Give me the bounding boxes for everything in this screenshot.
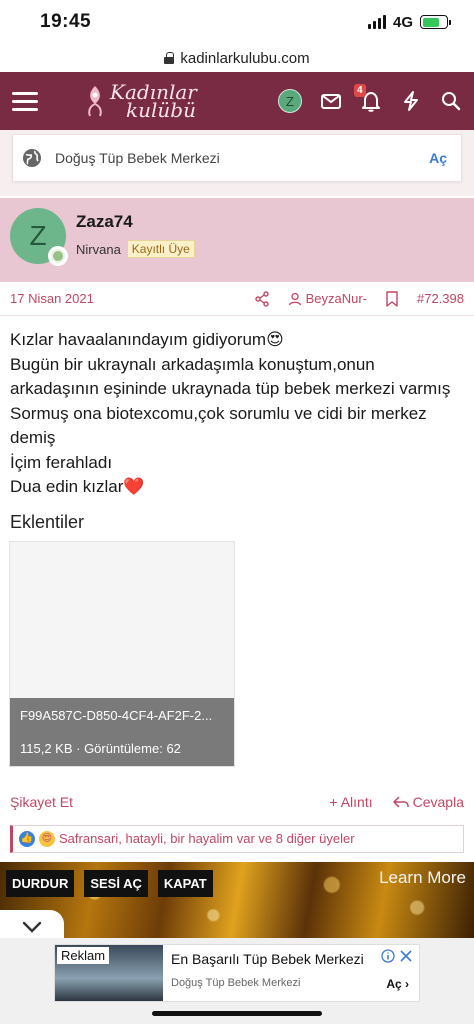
site-logo[interactable]: Kadınlar kulübü	[84, 82, 197, 122]
attachments-title: Eklentiler	[10, 511, 85, 532]
ad-close-icon[interactable]	[399, 949, 413, 963]
user-avatar[interactable]: Z	[278, 89, 302, 113]
post-line: arkadaşının eşininde ukraynada tüp bebek…	[10, 379, 451, 398]
ad-image: Reklam	[55, 945, 163, 1001]
user-icon	[288, 292, 301, 305]
author-avatar-letter: Z	[29, 220, 47, 251]
ad-open-label: Aç	[386, 977, 402, 991]
attachment-caption: F99A587C-D850-4CF4-AF2F-2... 115,2 KB · …	[10, 697, 234, 766]
menu-icon[interactable]	[12, 91, 38, 111]
reactions-bar[interactable]: 👍 😍 Safransari, hatayli, bir hayalim var…	[10, 824, 464, 853]
video-ad[interactable]: DURDUR SESİ AÇ KAPAT Learn More	[0, 862, 474, 938]
online-status-icon	[48, 246, 68, 266]
lock-icon	[164, 52, 175, 64]
post-line: Dua edin kızlar❤️	[10, 477, 145, 496]
unmute-button[interactable]: SESİ AÇ	[84, 870, 148, 897]
notification-count-badge: 4	[354, 84, 366, 97]
post-actions: Şikayet Et + Alıntı Cevapla	[0, 787, 474, 817]
post-author-band: Z Zaza74 Nirvana Kayıtlı Üye	[0, 198, 474, 282]
bolt-icon[interactable]	[400, 90, 422, 112]
author-avatar[interactable]: Z	[10, 208, 68, 266]
url-bar[interactable]: kadinlarkulubu.com	[0, 44, 474, 72]
open-button[interactable]: Aç	[429, 150, 447, 166]
post-number[interactable]: #72.398	[417, 291, 464, 306]
quoted-user-link[interactable]: BeyzaNur-	[288, 291, 367, 306]
battery-icon	[420, 15, 451, 29]
post-body: Kızlar havaalanındayım gidiyorum😍 Bugün …	[0, 316, 474, 500]
ad-subtitle: Doğuş Tüp Bebek Merkezi	[171, 977, 301, 989]
status-icons: 4G	[367, 13, 451, 31]
stop-button[interactable]: DURDUR	[6, 870, 75, 897]
network-type: 4G	[392, 13, 413, 31]
reactions-text: Safransari, hatayli, bir hayalim var ve …	[59, 831, 355, 846]
suggestion-bar[interactable]: Doğuş Tüp Bebek Merkezi Aç	[12, 134, 462, 182]
home-indicator	[152, 1011, 322, 1016]
post-meta-bar: 17 Nisan 2021 BeyzaNur- #72.398	[0, 282, 474, 316]
close-ad-button[interactable]: KAPAT	[157, 870, 213, 897]
site-header: Kadınlar kulübü Z 4	[0, 72, 474, 130]
learn-more-link[interactable]: Learn More	[379, 868, 466, 888]
post-line: Sormuş ona biotexcomu,çok sorumlu ve cid…	[10, 403, 427, 423]
url-text: kadinlarkulubu.com	[180, 49, 310, 67]
author-rank: Nirvana	[76, 241, 121, 257]
post-line: demiş	[10, 428, 56, 447]
report-link[interactable]: Şikayet Et	[10, 794, 329, 810]
logo-line2: kulübü	[126, 98, 196, 122]
reply-link[interactable]: Cevapla	[392, 793, 464, 810]
banner-ad[interactable]: Reklam En Başarılı Tüp Bebek Merkezi Doğ…	[54, 944, 420, 1002]
member-badge: Kayıtlı Üye	[126, 240, 195, 258]
attachment-file-info: 115,2 KB · Görüntüleme: 62	[20, 740, 181, 756]
status-time: 19:45	[40, 11, 92, 32]
logo-flower-icon	[88, 86, 102, 117]
quote-link[interactable]: + Alıntı	[329, 794, 372, 810]
quoted-user-name: BeyzaNur-	[305, 291, 367, 306]
like-reaction-icon: 👍	[19, 830, 35, 847]
suggestion-text: Doğuş Tüp Bebek Merkezi	[55, 150, 220, 166]
post-line: Kızlar havaalanındayım gidiyorum😍	[10, 330, 284, 349]
author-name[interactable]: Zaza74	[76, 212, 195, 232]
ad-headline: En Başarılı Tüp Bebek Merkezi	[171, 951, 364, 967]
signal-icon	[367, 15, 386, 29]
chevron-down-icon	[22, 921, 42, 933]
ad-open-button[interactable]: Aç ›	[386, 977, 409, 991]
search-icon[interactable]	[440, 90, 462, 112]
attachment-file-name: F99A587C-D850-4CF4-AF2F-2...	[20, 707, 213, 723]
share-icon[interactable]	[254, 290, 270, 307]
status-bar: 19:45 4G	[0, 0, 474, 44]
ad-info-icon[interactable]	[381, 949, 395, 963]
post-line: İçim ferahladı	[10, 452, 113, 472]
reply-icon	[392, 795, 409, 808]
post-line: Bugün bir ukraynalı arkadaşımla konuştum…	[10, 354, 375, 374]
ad-label: Reklam	[57, 947, 110, 964]
mail-icon[interactable]	[320, 90, 342, 112]
bookmark-icon[interactable]	[385, 290, 399, 307]
post-date[interactable]: 17 Nisan 2021	[10, 291, 254, 306]
notifications-button[interactable]: 4	[354, 84, 382, 112]
reply-label: Cevapla	[412, 793, 464, 810]
suggestion-area: Doğuş Tüp Bebek Merkezi Aç	[0, 130, 474, 196]
globe-icon	[23, 149, 41, 167]
attachment-thumbnail[interactable]: F99A587C-D850-4CF4-AF2F-2... 115,2 KB · …	[9, 540, 235, 767]
love-reaction-icon: 😍	[39, 830, 55, 847]
